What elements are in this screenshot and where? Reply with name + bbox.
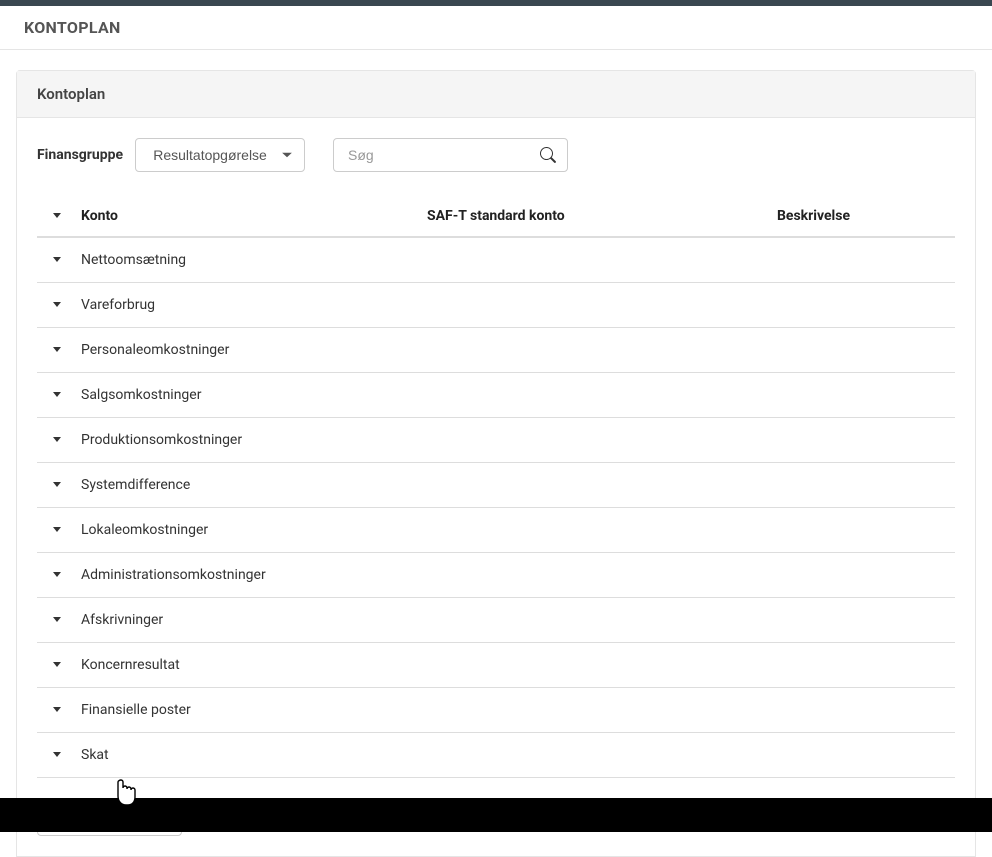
chevron-down-icon — [49, 702, 65, 718]
expand-row-button[interactable] — [47, 430, 67, 450]
column-header-saf: SAF-T standard konto — [427, 208, 777, 224]
table-row: Lokaleomkostninger — [37, 508, 955, 553]
finansgruppe-select-wrapper: Resultatopgørelse — [135, 138, 305, 172]
bottom-band — [0, 798, 992, 832]
expand-row-button[interactable] — [47, 250, 67, 270]
table-row: Administrationsomkostninger — [37, 553, 955, 598]
account-name: Produktionsomkostninger — [77, 432, 427, 448]
chevron-down-icon — [49, 612, 65, 628]
chevron-down-icon — [49, 567, 65, 583]
chevron-down-icon — [49, 477, 65, 493]
chevron-down-icon — [49, 252, 65, 268]
account-name: Afskrivninger — [77, 612, 427, 628]
table-header-row: Konto SAF-T standard konto Beskrivelse — [37, 196, 955, 238]
account-name: Skat — [77, 747, 427, 763]
finansgruppe-label: Finansgruppe — [37, 147, 123, 163]
table-row: Afskrivninger — [37, 598, 955, 643]
table-row: Personaleomkostninger — [37, 328, 955, 373]
chevron-down-icon — [49, 522, 65, 538]
search-wrapper — [333, 138, 568, 172]
panel-title: Kontoplan — [37, 85, 955, 103]
expand-row-button[interactable] — [47, 610, 67, 630]
expand-row-button[interactable] — [47, 340, 67, 360]
accounts-table: Konto SAF-T standard konto Beskrivelse N… — [37, 196, 955, 778]
panel-header: Kontoplan — [17, 71, 975, 118]
filter-row: Finansgruppe Resultatopgørelse — [37, 138, 955, 172]
account-name: Systemdifference — [77, 477, 427, 493]
chevron-down-icon — [49, 208, 65, 224]
account-name: Finansielle poster — [77, 702, 427, 718]
table-row: Skat — [37, 733, 955, 778]
expand-row-button[interactable] — [47, 565, 67, 585]
kontoplan-panel: Kontoplan Finansgruppe Resultatopgørelse — [16, 70, 976, 857]
account-name: Vareforbrug — [77, 297, 427, 313]
table-row: Salgsomkostninger — [37, 373, 955, 418]
expand-all-cell — [37, 206, 77, 226]
expand-all-button[interactable] — [47, 206, 67, 226]
expand-row-button[interactable] — [47, 745, 67, 765]
expand-row-button[interactable] — [47, 385, 67, 405]
account-name: Nettoomsætning — [77, 252, 427, 268]
chevron-down-icon — [49, 387, 65, 403]
table-row: Produktionsomkostninger — [37, 418, 955, 463]
account-name: Salgsomkostninger — [77, 387, 427, 403]
column-header-konto: Konto — [77, 208, 427, 224]
expand-row-button[interactable] — [47, 520, 67, 540]
panel-body: Finansgruppe Resultatopgørelse — [17, 118, 975, 856]
chevron-down-icon — [49, 342, 65, 358]
expand-row-button[interactable] — [47, 655, 67, 675]
expand-row-button[interactable] — [47, 475, 67, 495]
chevron-down-icon — [49, 657, 65, 673]
table-row: Systemdifference — [37, 463, 955, 508]
chevron-down-icon — [49, 432, 65, 448]
chevron-down-icon — [49, 297, 65, 313]
search-button[interactable] — [530, 139, 566, 171]
page-header: KONTOPLAN — [0, 6, 992, 50]
expand-row-button[interactable] — [47, 295, 67, 315]
table-row: Finansielle poster — [37, 688, 955, 733]
table-row: Vareforbrug — [37, 283, 955, 328]
finansgruppe-select[interactable]: Resultatopgørelse — [135, 138, 305, 172]
account-name: Lokaleomkostninger — [77, 522, 427, 538]
account-name: Personaleomkostninger — [77, 342, 427, 358]
table-row: Koncernresultat — [37, 643, 955, 688]
page-title: KONTOPLAN — [24, 18, 968, 37]
search-icon — [540, 147, 556, 163]
account-name: Koncernresultat — [77, 657, 427, 673]
table-row: Nettoomsætning — [37, 238, 955, 283]
chevron-down-icon — [49, 747, 65, 763]
column-header-beskriv: Beskrivelse — [777, 208, 955, 224]
expand-row-button[interactable] — [47, 700, 67, 720]
account-name: Administrationsomkostninger — [77, 567, 427, 583]
